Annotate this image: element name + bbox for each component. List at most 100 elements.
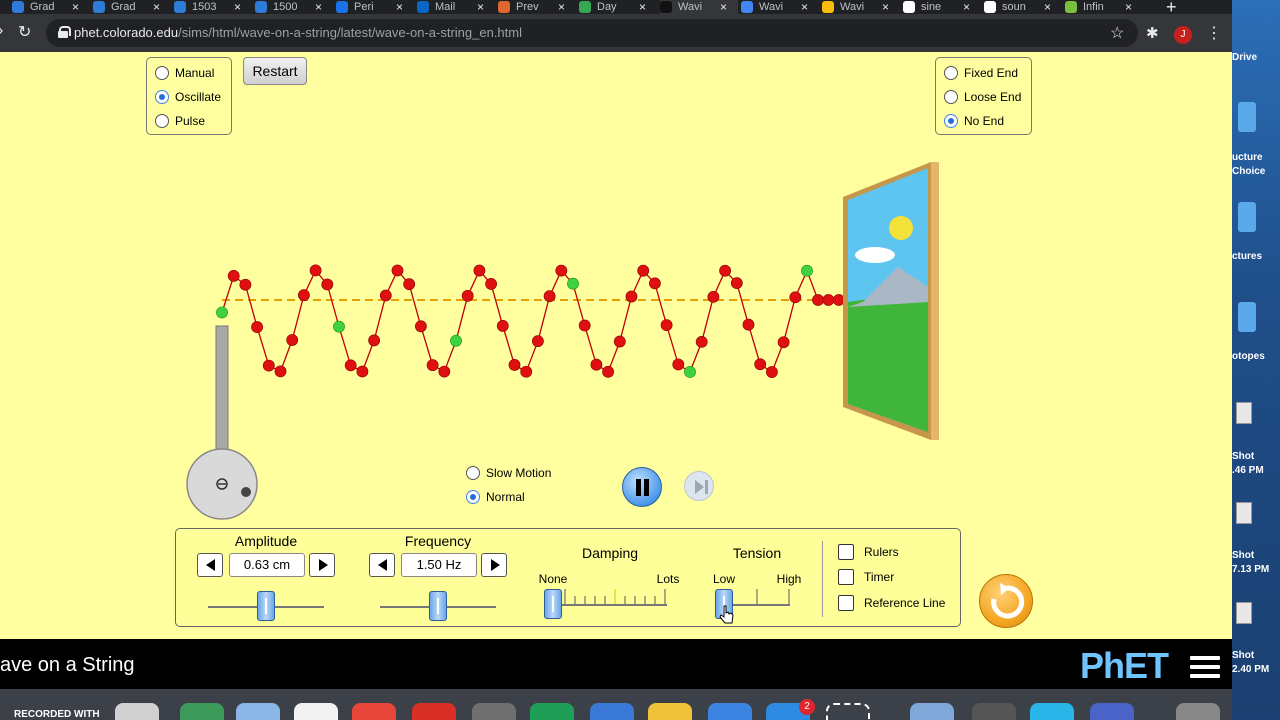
tab-close-icon[interactable]: × xyxy=(315,0,322,14)
screenshot-file-icon[interactable] xyxy=(1236,402,1252,424)
string-bead[interactable] xyxy=(297,289,310,302)
browser-tab[interactable]: 1503 × xyxy=(174,0,252,14)
frequency-decrease-button[interactable] xyxy=(369,553,395,577)
dock-app-icon[interactable] xyxy=(910,703,954,720)
browser-tab[interactable]: 1500 × xyxy=(255,0,333,14)
string-bead[interactable] xyxy=(625,290,638,303)
extensions-icon[interactable]: ✱ xyxy=(1146,24,1159,42)
reload-icon[interactable]: ↻ xyxy=(18,22,31,42)
timer-checkbox[interactable]: Timer xyxy=(838,569,894,585)
reference-bead[interactable] xyxy=(567,277,579,290)
dock-app-icon[interactable] xyxy=(1030,703,1074,720)
string-bead[interactable] xyxy=(812,294,824,306)
normal-speed-radio[interactable]: Normal xyxy=(466,490,525,504)
browser-tab[interactable]: Wavi × xyxy=(822,0,900,14)
string-bead[interactable] xyxy=(403,278,416,291)
string-bead[interactable] xyxy=(695,335,708,348)
string-bead[interactable] xyxy=(660,319,673,331)
step-button[interactable] xyxy=(684,471,714,501)
damping-slider-thumb[interactable] xyxy=(544,589,562,619)
string-bead[interactable] xyxy=(262,359,275,372)
string-bead[interactable] xyxy=(777,336,790,349)
browser-tab[interactable]: Grad × xyxy=(93,0,171,14)
browser-tab[interactable]: soun × xyxy=(984,0,1062,14)
string-bead[interactable] xyxy=(391,264,404,277)
string-bead[interactable] xyxy=(789,291,802,304)
folder-icon[interactable] xyxy=(1238,202,1256,232)
tab-close-icon[interactable]: × xyxy=(639,0,646,14)
string-bead[interactable] xyxy=(496,319,509,332)
bookmark-star-icon[interactable]: ☆ xyxy=(1110,23,1124,43)
reference-line-checkbox[interactable]: Reference Line xyxy=(838,595,945,611)
string-bead[interactable] xyxy=(730,277,743,290)
tab-close-icon[interactable]: × xyxy=(1044,0,1051,14)
reference-bead[interactable] xyxy=(801,264,813,277)
browser-tab[interactable]: Wavi × xyxy=(741,0,819,14)
string-bead[interactable] xyxy=(461,289,474,302)
tab-close-icon[interactable]: × xyxy=(477,0,484,14)
string-bead[interactable] xyxy=(532,335,544,348)
new-tab-icon[interactable]: + xyxy=(1166,0,1177,14)
dock-app-icon[interactable] xyxy=(530,703,574,720)
string-bead[interactable] xyxy=(766,366,778,378)
string-bead[interactable] xyxy=(672,358,685,371)
tab-close-icon[interactable]: × xyxy=(882,0,889,14)
folder-icon[interactable] xyxy=(1238,302,1256,332)
frequency-slider-thumb[interactable] xyxy=(429,591,447,621)
string-bead[interactable] xyxy=(368,334,380,347)
string-bead[interactable] xyxy=(719,264,731,277)
rulers-checkbox[interactable]: Rulers xyxy=(838,544,899,560)
browser-tab[interactable]: Day × xyxy=(579,0,657,14)
tab-close-icon[interactable]: × xyxy=(396,0,403,14)
reset-all-button[interactable] xyxy=(979,574,1033,628)
tab-close-icon[interactable]: × xyxy=(801,0,808,14)
reference-bead[interactable] xyxy=(450,334,462,347)
browser-tab[interactable]: Prev × xyxy=(498,0,576,14)
hamburger-menu-icon[interactable] xyxy=(1190,656,1220,678)
string-bead[interactable] xyxy=(555,264,568,277)
tab-close-icon[interactable]: × xyxy=(234,0,241,14)
string-bead[interactable] xyxy=(485,278,497,290)
dock-app-icon[interactable] xyxy=(1090,703,1134,720)
folder-icon[interactable] xyxy=(1238,102,1256,132)
string-bead[interactable] xyxy=(426,359,439,372)
browser-tab[interactable]: Wavi × xyxy=(660,0,738,14)
forward-arrow-icon[interactable]: › xyxy=(0,22,3,40)
amplitude-decrease-button[interactable] xyxy=(197,553,223,577)
string-bead[interactable] xyxy=(742,318,755,331)
string-bead[interactable] xyxy=(508,359,521,371)
dock-app-icon[interactable] xyxy=(590,703,634,720)
tab-close-icon[interactable]: × xyxy=(72,0,79,14)
string-bead[interactable] xyxy=(590,358,603,371)
string-bead[interactable] xyxy=(344,359,357,372)
tab-close-icon[interactable]: × xyxy=(153,0,160,14)
pause-button[interactable] xyxy=(622,467,662,507)
calendar-icon[interactable] xyxy=(352,703,396,720)
string-bead[interactable] xyxy=(649,277,661,290)
dock-app-icon[interactable] xyxy=(412,703,456,720)
phet-logo[interactable]: PhET xyxy=(1080,645,1169,687)
browser-tab[interactable]: sine × xyxy=(903,0,981,14)
dock-app-icon[interactable] xyxy=(294,703,338,720)
string-bead[interactable] xyxy=(520,365,533,378)
dock-app-icon[interactable] xyxy=(236,703,280,720)
reference-bead[interactable] xyxy=(333,320,345,333)
string-bead[interactable] xyxy=(379,289,392,302)
dock-app-icon[interactable] xyxy=(972,703,1016,720)
dock-app-icon[interactable] xyxy=(708,703,752,720)
tab-close-icon[interactable]: × xyxy=(1125,0,1132,14)
amplitude-increase-button[interactable] xyxy=(309,553,335,577)
slow-motion-radio[interactable]: Slow Motion xyxy=(466,466,551,480)
screenshot-icon[interactable] xyxy=(826,703,870,720)
string-bead[interactable] xyxy=(239,278,252,291)
string-bead[interactable] xyxy=(227,270,240,282)
string-bead[interactable] xyxy=(602,365,614,378)
screenshot-file-icon[interactable] xyxy=(1236,602,1252,624)
address-bar[interactable]: phet.colorado.edu/sims/html/wave-on-a-st… xyxy=(46,19,1138,47)
dock-app-icon[interactable] xyxy=(180,703,224,720)
string-bead[interactable] xyxy=(309,264,322,277)
dock-app-icon[interactable] xyxy=(115,703,159,720)
tab-close-icon[interactable]: × xyxy=(558,0,565,14)
string-bead[interactable] xyxy=(286,334,299,346)
tab-close-icon[interactable]: × xyxy=(963,0,970,14)
